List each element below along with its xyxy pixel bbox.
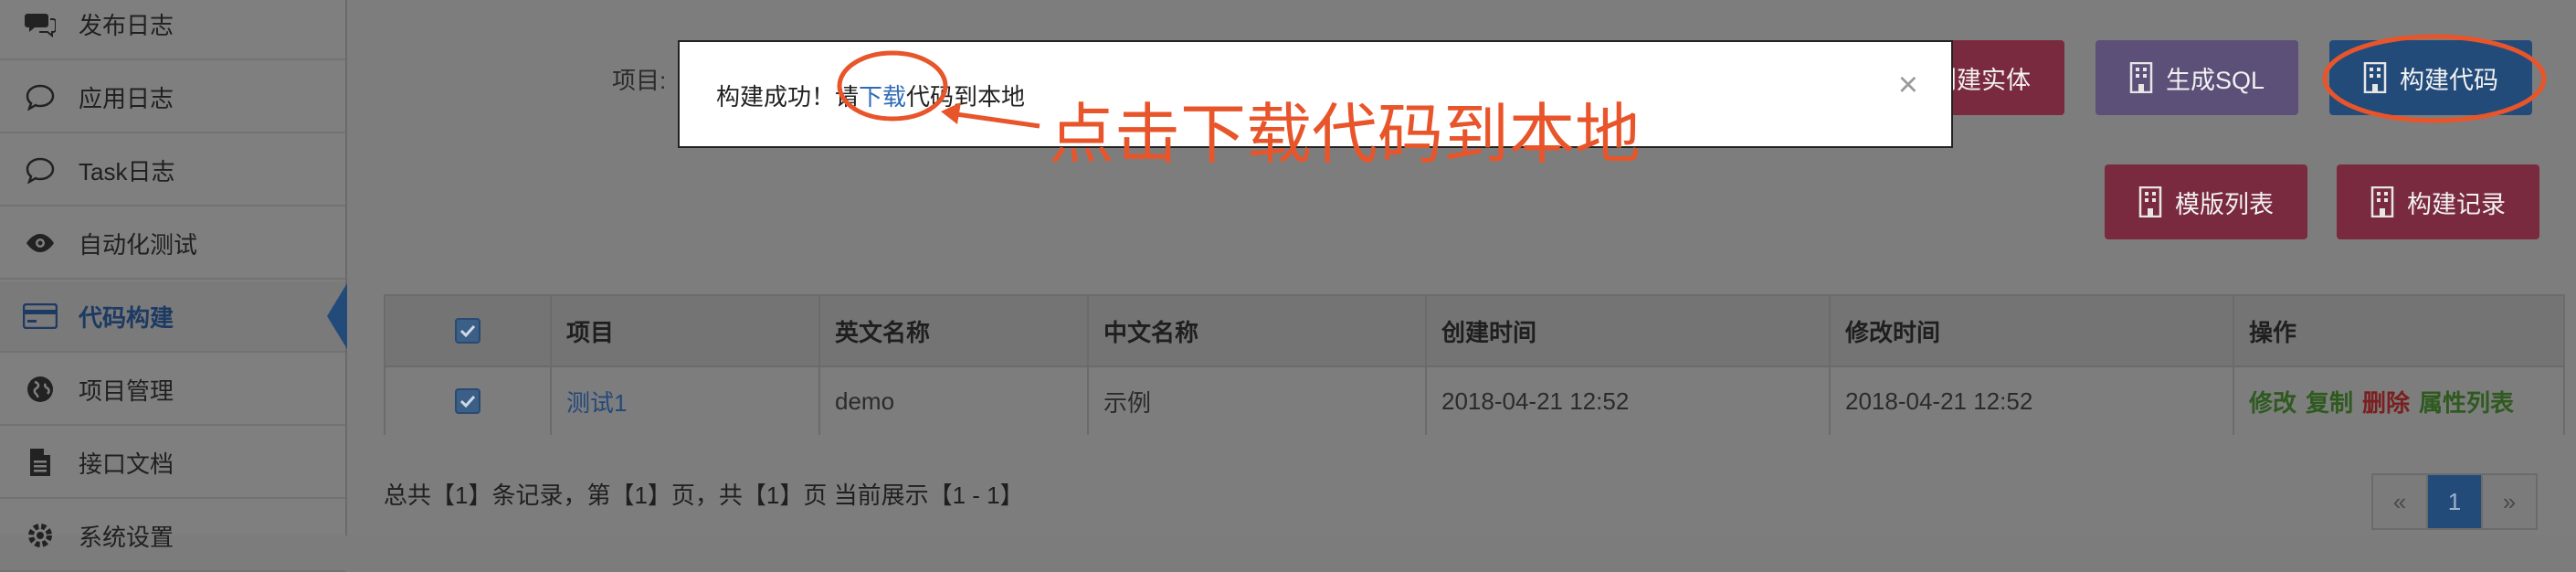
close-icon[interactable]: × — [1898, 68, 1918, 102]
data-table: 项目 英文名称 中文名称 创建时间 修改时间 操作 测试1 demo 示例 20… — [384, 294, 2565, 435]
eye-icon — [22, 225, 58, 261]
sidebar-item-system-settings[interactable]: 系统设置 — [0, 501, 345, 572]
row-select-cell — [385, 367, 550, 435]
sidebar-item-api-docs[interactable]: 接口文档 — [0, 428, 345, 499]
sidebar-item-code-build[interactable]: 代码构建 — [0, 281, 347, 353]
gear-icon — [22, 517, 58, 554]
record-summary: 总共【1】条记录，第【1】页，共【1】页 当前展示【1 - 1】 — [384, 482, 1024, 509]
next-page-button[interactable]: » — [2481, 473, 2538, 530]
highlight-ellipse — [2322, 34, 2547, 123]
highlight-ellipse — [837, 50, 948, 122]
sidebar-item-app-log[interactable]: 应用日志 — [0, 62, 345, 133]
building-icon — [2129, 62, 2153, 93]
cell-actions: 修改 复制 删除 属性列表 — [2233, 367, 2565, 435]
build-log-button[interactable]: 构建记录 — [2337, 164, 2539, 239]
project-link[interactable]: 测试1 — [566, 385, 627, 418]
annotation-arrow — [941, 102, 1040, 129]
cell-created: 2018-04-21 12:52 — [1425, 367, 1829, 435]
sidebar-item-label: 应用日志 — [79, 84, 174, 112]
generate-sql-button[interactable]: 生成SQL — [2096, 40, 2298, 115]
sidebar-item-label: 项目管理 — [79, 376, 174, 405]
project-filter-label: 项目: — [612, 67, 667, 94]
active-indicator — [327, 283, 347, 349]
select-all-checkbox[interactable] — [455, 318, 480, 344]
cell-cn-name: 示例 — [1087, 367, 1425, 435]
header-en-name[interactable]: 英文名称 — [818, 296, 1087, 365]
chat-bubble-icon — [22, 152, 58, 188]
check-icon — [459, 395, 476, 408]
header-created[interactable]: 创建时间 — [1425, 296, 1829, 365]
cell-en-name: demo — [818, 367, 1087, 435]
sidebar-item-label: Task日志 — [79, 157, 175, 185]
cell-project: 测试1 — [550, 367, 818, 435]
prev-page-button[interactable]: « — [2371, 473, 2428, 530]
sidebar-item-label: 代码构建 — [79, 303, 174, 332]
header-actions: 操作 — [2233, 296, 2565, 365]
table-row: 测试1 demo 示例 2018-04-21 12:52 2018-04-21 … — [385, 367, 2563, 435]
header-modified[interactable]: 修改时间 — [1829, 296, 2233, 365]
sidebar-item-label: 接口文档 — [79, 450, 174, 478]
attributes-link[interactable]: 属性列表 — [2419, 385, 2514, 418]
chat-bubbles-icon — [22, 5, 58, 42]
build-log-label: 构建记录 — [2407, 190, 2506, 218]
table-header: 项目 英文名称 中文名称 创建时间 修改时间 操作 — [385, 296, 2563, 367]
chat-bubble-icon — [22, 79, 58, 115]
generate-sql-label: 生成SQL — [2165, 66, 2265, 94]
sidebar-item-task-log[interactable]: Task日志 — [0, 135, 345, 207]
copy-link[interactable]: 复制 — [2306, 385, 2353, 418]
pagination: « 1 » — [2371, 473, 2538, 530]
template-list-button[interactable]: 模版列表 — [2105, 164, 2307, 239]
delete-link[interactable]: 删除 — [2362, 385, 2410, 418]
sidebar: 发布日志 应用日志 Task日志 自动化测试 代码构建 项目管理 接口文档 系统… — [0, 0, 347, 572]
globe-icon — [22, 371, 58, 408]
template-list-label: 模版列表 — [2175, 190, 2274, 218]
sidebar-item-project-management[interactable]: 项目管理 — [0, 355, 345, 426]
sidebar-item-label: 自动化测试 — [79, 230, 198, 259]
credit-card-icon — [22, 298, 58, 334]
sidebar-item-automation-test[interactable]: 自动化测试 — [0, 208, 345, 280]
row-checkbox[interactable] — [455, 388, 480, 414]
document-icon — [22, 444, 58, 481]
header-project[interactable]: 项目 — [550, 296, 818, 365]
cell-modified: 2018-04-21 12:52 — [1829, 367, 2233, 435]
sidebar-item-label: 系统设置 — [79, 523, 174, 551]
building-icon — [2138, 186, 2162, 217]
annotation-text: 点击下载代码到本地 — [1049, 96, 1642, 173]
header-cn-name[interactable]: 中文名称 — [1087, 296, 1425, 365]
sidebar-item-release-log[interactable]: 发布日志 — [0, 0, 345, 60]
current-page-button[interactable]: 1 — [2426, 473, 2483, 530]
check-icon — [459, 324, 476, 337]
select-all-cell — [385, 296, 550, 365]
edit-link[interactable]: 修改 — [2249, 385, 2296, 418]
building-icon — [2370, 186, 2394, 217]
sidebar-item-label: 发布日志 — [79, 11, 174, 39]
